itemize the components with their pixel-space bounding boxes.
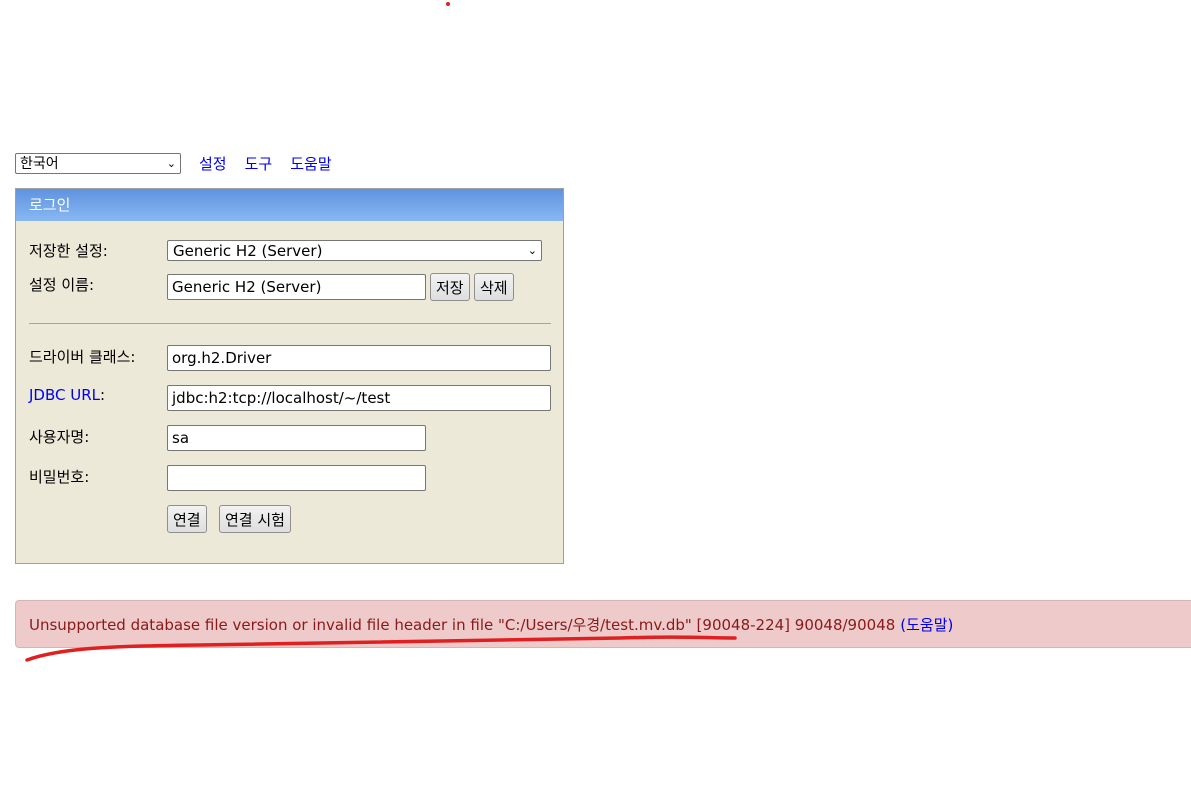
red-underline-annotation [25, 635, 737, 662]
page: 한국어 ⌄ 설정 도구 도움말 로그인 저장한 설정: Generic H2 (… [0, 0, 1191, 798]
